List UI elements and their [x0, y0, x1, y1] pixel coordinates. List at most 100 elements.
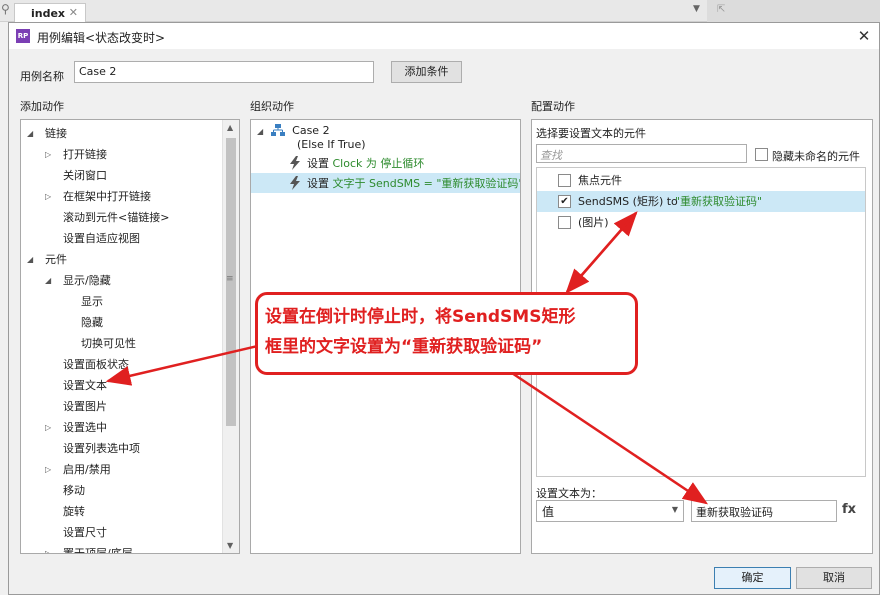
tab-label: index — [31, 7, 66, 20]
tree-item[interactable]: 隐藏 — [21, 312, 221, 333]
widget-label: 焦点元件 — [578, 174, 622, 187]
tree-item-label: 链接 — [45, 127, 67, 140]
tree-item[interactable]: 设置文本 — [21, 375, 221, 396]
tree-item-label: 在框架中打开链接 — [63, 190, 151, 203]
tree-item[interactable]: ▷ 打开链接 — [21, 144, 221, 165]
widget-search-input[interactable]: 查找 — [536, 144, 747, 163]
tree-item[interactable]: ▷ 启用/禁用 — [21, 459, 221, 480]
scroll-up-icon[interactable]: ▲ — [227, 123, 233, 132]
dialog-title: 用例编辑<状态改变时> — [37, 31, 166, 45]
tree-item[interactable]: ◢ 链接 — [21, 123, 221, 144]
select-widgets-label: 选择要设置文本的元件 — [536, 127, 646, 140]
tree-item[interactable]: ▷ 设置选中 — [21, 417, 221, 438]
tree-item[interactable]: ◢ 元件 — [21, 249, 221, 270]
add-condition-button[interactable]: 添加条件 — [391, 61, 462, 83]
tree-item[interactable]: 设置图片 — [21, 396, 221, 417]
tree-item[interactable]: ◢ 显示/隐藏 — [21, 270, 221, 291]
expand-icon[interactable]: ▷ — [45, 459, 51, 480]
tree-item-label: 设置自适应视图 — [63, 232, 140, 245]
widget-row[interactable]: ✔ SendSMS (矩形) to "重新获取验证码" — [537, 191, 865, 212]
hide-unnamed-label: 隐藏未命名的元件 — [772, 150, 860, 163]
close-button[interactable]: ✕ — [855, 27, 873, 45]
expand-icon[interactable]: ▷ — [45, 417, 51, 438]
tree-item-label: 旋转 — [63, 505, 85, 518]
tree-item-label: 滚动到元件<锚链接> — [63, 211, 170, 224]
widget-label: (图片) — [578, 216, 609, 229]
tree-item-label: 设置选中 — [63, 421, 107, 434]
tree-item[interactable]: 切换可见性 — [21, 333, 221, 354]
widget-label: SendSMS (矩形) to — [578, 195, 678, 208]
side-pane-header — [707, 0, 880, 22]
widget-checkbox[interactable] — [558, 174, 571, 187]
tree-item-label: 设置列表选中项 — [63, 442, 140, 455]
annotation-line-1: 设置在倒计时停止时，将SendSMS矩形 — [265, 307, 576, 327]
action-target: Clock 为 停止循环 — [332, 157, 425, 170]
widget-value: "重新获取验证码" — [675, 195, 763, 208]
expand-icon[interactable]: ▷ — [45, 543, 51, 553]
tree-item[interactable]: 设置面板状态 — [21, 354, 221, 375]
search-icon[interactable]: ⚲ — [1, 2, 10, 16]
tab-index[interactable]: index ✕ — [14, 3, 86, 22]
value-type-select[interactable]: 值 ▼ — [536, 500, 684, 522]
add-action-heading: 添加动作 — [20, 100, 64, 113]
expand-icon[interactable]: ▷ — [45, 186, 51, 207]
dialog-titlebar: RP 用例编辑<状态改变时> ✕ — [9, 23, 879, 49]
case-condition: (Else If True) — [297, 138, 366, 151]
tree-item-label: 设置面板状态 — [63, 358, 129, 371]
action-prefix: 设置 — [307, 177, 333, 190]
tree-item-label: 设置文本 — [63, 379, 107, 392]
chevron-down-icon[interactable]: ▼ — [693, 4, 700, 14]
tree-item[interactable]: 关闭窗口 — [21, 165, 221, 186]
annotation-callout: 设置在倒计时停止时，将SendSMS矩形 框里的文字设置为“重新获取验证码” — [255, 292, 638, 375]
tree-item[interactable]: 移动 — [21, 480, 221, 501]
expand-icon[interactable]: ▷ — [45, 144, 51, 165]
resize-arrow-icon: ⇱ — [717, 4, 726, 15]
configure-action-heading: 配置动作 — [531, 100, 575, 113]
tree-item[interactable]: ▷ 置于顶层/底层 — [21, 543, 221, 553]
case-name-input[interactable]: Case 2 — [74, 61, 374, 83]
ok-button[interactable]: 确定 — [714, 567, 791, 589]
action-row-clock[interactable]: 设置 Clock 为 停止循环 — [289, 153, 424, 173]
tree-item-label: 显示 — [81, 295, 103, 308]
close-icon[interactable]: ✕ — [69, 6, 78, 19]
fx-button[interactable]: fx — [842, 502, 856, 517]
text-value-input[interactable]: 重新获取验证码 — [691, 500, 837, 522]
widget-checkbox[interactable] — [558, 216, 571, 229]
case-name-label: 用例名称 — [20, 70, 64, 83]
annotation-line-2: 框里的文字设置为“重新获取验证码” — [265, 337, 543, 357]
action-row-settext[interactable]: 设置 文字于 SendSMS = "重新获取验证码" — [251, 173, 520, 193]
editor-tab-strip: ⚲ index ✕ ▼ ⇱ — [0, 0, 880, 22]
collapse-icon[interactable]: ◢ — [45, 270, 51, 291]
value-type-value: 值 — [542, 505, 555, 519]
scroll-down-icon[interactable]: ▼ — [227, 541, 233, 550]
tree-item-label: 切换可见性 — [81, 337, 136, 350]
tree-item-label: 设置尺寸 — [63, 526, 107, 539]
collapse-icon[interactable]: ◢ — [27, 249, 33, 270]
widget-row[interactable]: (图片) — [537, 212, 865, 233]
tree-item-label: 启用/禁用 — [63, 463, 111, 476]
tree-item[interactable]: 显示 — [21, 291, 221, 312]
tree-item-label: 移动 — [63, 484, 85, 497]
tree-item[interactable]: 设置尺寸 — [21, 522, 221, 543]
tree-item[interactable]: 设置自适应视图 — [21, 228, 221, 249]
cancel-button[interactable]: 取消 — [796, 567, 872, 589]
widget-row[interactable]: 焦点元件 — [537, 170, 865, 191]
tree-item[interactable]: ▷ 在框架中打开链接 — [21, 186, 221, 207]
axure-rp-icon: RP — [16, 29, 30, 43]
tree-item[interactable]: 滚动到元件<锚链接> — [21, 207, 221, 228]
tree-item-label: 关闭窗口 — [63, 169, 107, 182]
chevron-down-icon: ▼ — [671, 505, 678, 514]
tree-item-label: 设置图片 — [63, 400, 107, 413]
action-bolt-icon — [290, 156, 300, 170]
tree-item[interactable]: 旋转 — [21, 501, 221, 522]
widget-checkbox[interactable]: ✔ — [558, 195, 571, 208]
action-prefix: 设置 — [307, 157, 333, 170]
add-action-tree: ◢ 链接 ▷ 打开链接关闭窗口 ▷ 在框架中打开链接滚动到元件<锚链接> 设置自适应视图 ◢ 元… — [20, 119, 240, 554]
organize-action-heading: 组织动作 — [250, 100, 294, 113]
tree-item-label: 显示/隐藏 — [63, 274, 111, 287]
tree-item[interactable]: 设置列表选中项 — [21, 438, 221, 459]
collapse-icon[interactable]: ◢ — [27, 123, 33, 144]
hide-unnamed-checkbox[interactable] — [755, 148, 768, 161]
collapse-icon[interactable]: ◢ — [257, 127, 263, 136]
tree-scrollbar[interactable]: ▲ ≡ ▼ — [222, 120, 239, 553]
